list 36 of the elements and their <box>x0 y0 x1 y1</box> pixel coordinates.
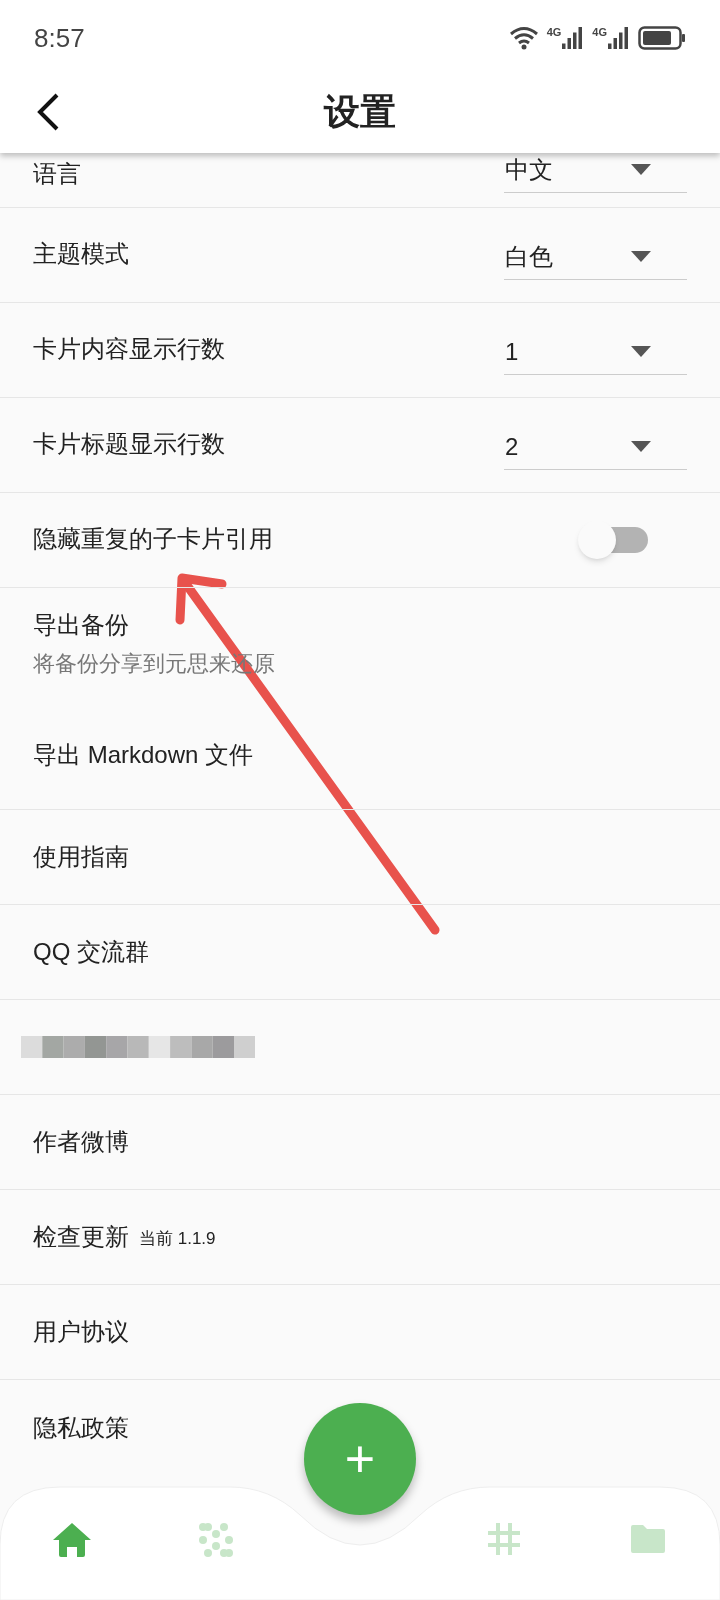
wifi-icon <box>508 26 539 50</box>
setting-label: 语言 <box>33 160 81 187</box>
network-type-label: 4G <box>592 27 607 38</box>
dropdown-caret-icon <box>631 346 651 357</box>
setting-label: 使用指南 <box>33 845 129 869</box>
battery-icon <box>638 26 686 50</box>
setting-label: 导出 Markdown 文件 <box>33 742 254 767</box>
folder-icon[interactable] <box>629 1523 667 1555</box>
dropdown-select[interactable]: 1 <box>504 329 687 375</box>
dropdown-select[interactable]: 2 <box>504 424 687 470</box>
network-type-label: 4G <box>546 27 562 38</box>
setting-label: 用户协议 <box>33 1320 129 1344</box>
setting-label: 作者微博 <box>33 1130 129 1154</box>
setting-description: 将备份分享到元思来还原 <box>33 653 275 675</box>
status-time: 8:57 <box>34 21 85 55</box>
dropdown-caret-icon <box>631 164 651 175</box>
dropdown-select[interactable]: 中文 <box>504 153 687 193</box>
setting-label: 导出备份 <box>33 613 129 637</box>
page-title: 设置 <box>324 89 396 134</box>
hashtag-icon[interactable] <box>488 1523 520 1555</box>
home-icon[interactable] <box>53 1523 91 1557</box>
signal-icon <box>608 27 630 49</box>
setting-label: QQ 交流群 <box>33 940 149 964</box>
setting-label: 卡片内容显示行数 <box>33 334 225 362</box>
pixelated-text-icon <box>21 1036 255 1058</box>
setting-label: 主题模式 <box>33 239 129 267</box>
dots-grid-icon[interactable] <box>199 1523 233 1557</box>
signal-icon <box>562 27 585 49</box>
setting-label: 隐私政策 <box>33 1415 129 1440</box>
setting-label: 卡片标题显示行数 <box>33 429 225 457</box>
setting-label: 隐藏重复的子卡片引用 <box>33 524 273 552</box>
setting-label: 检查更新 <box>33 1225 129 1249</box>
dropdown-caret-icon <box>631 251 651 262</box>
version-note: 当前 1.1.9 <box>139 1228 216 1251</box>
dropdown-caret-icon <box>631 441 651 452</box>
dropdown-select[interactable]: 白色 <box>504 234 687 280</box>
